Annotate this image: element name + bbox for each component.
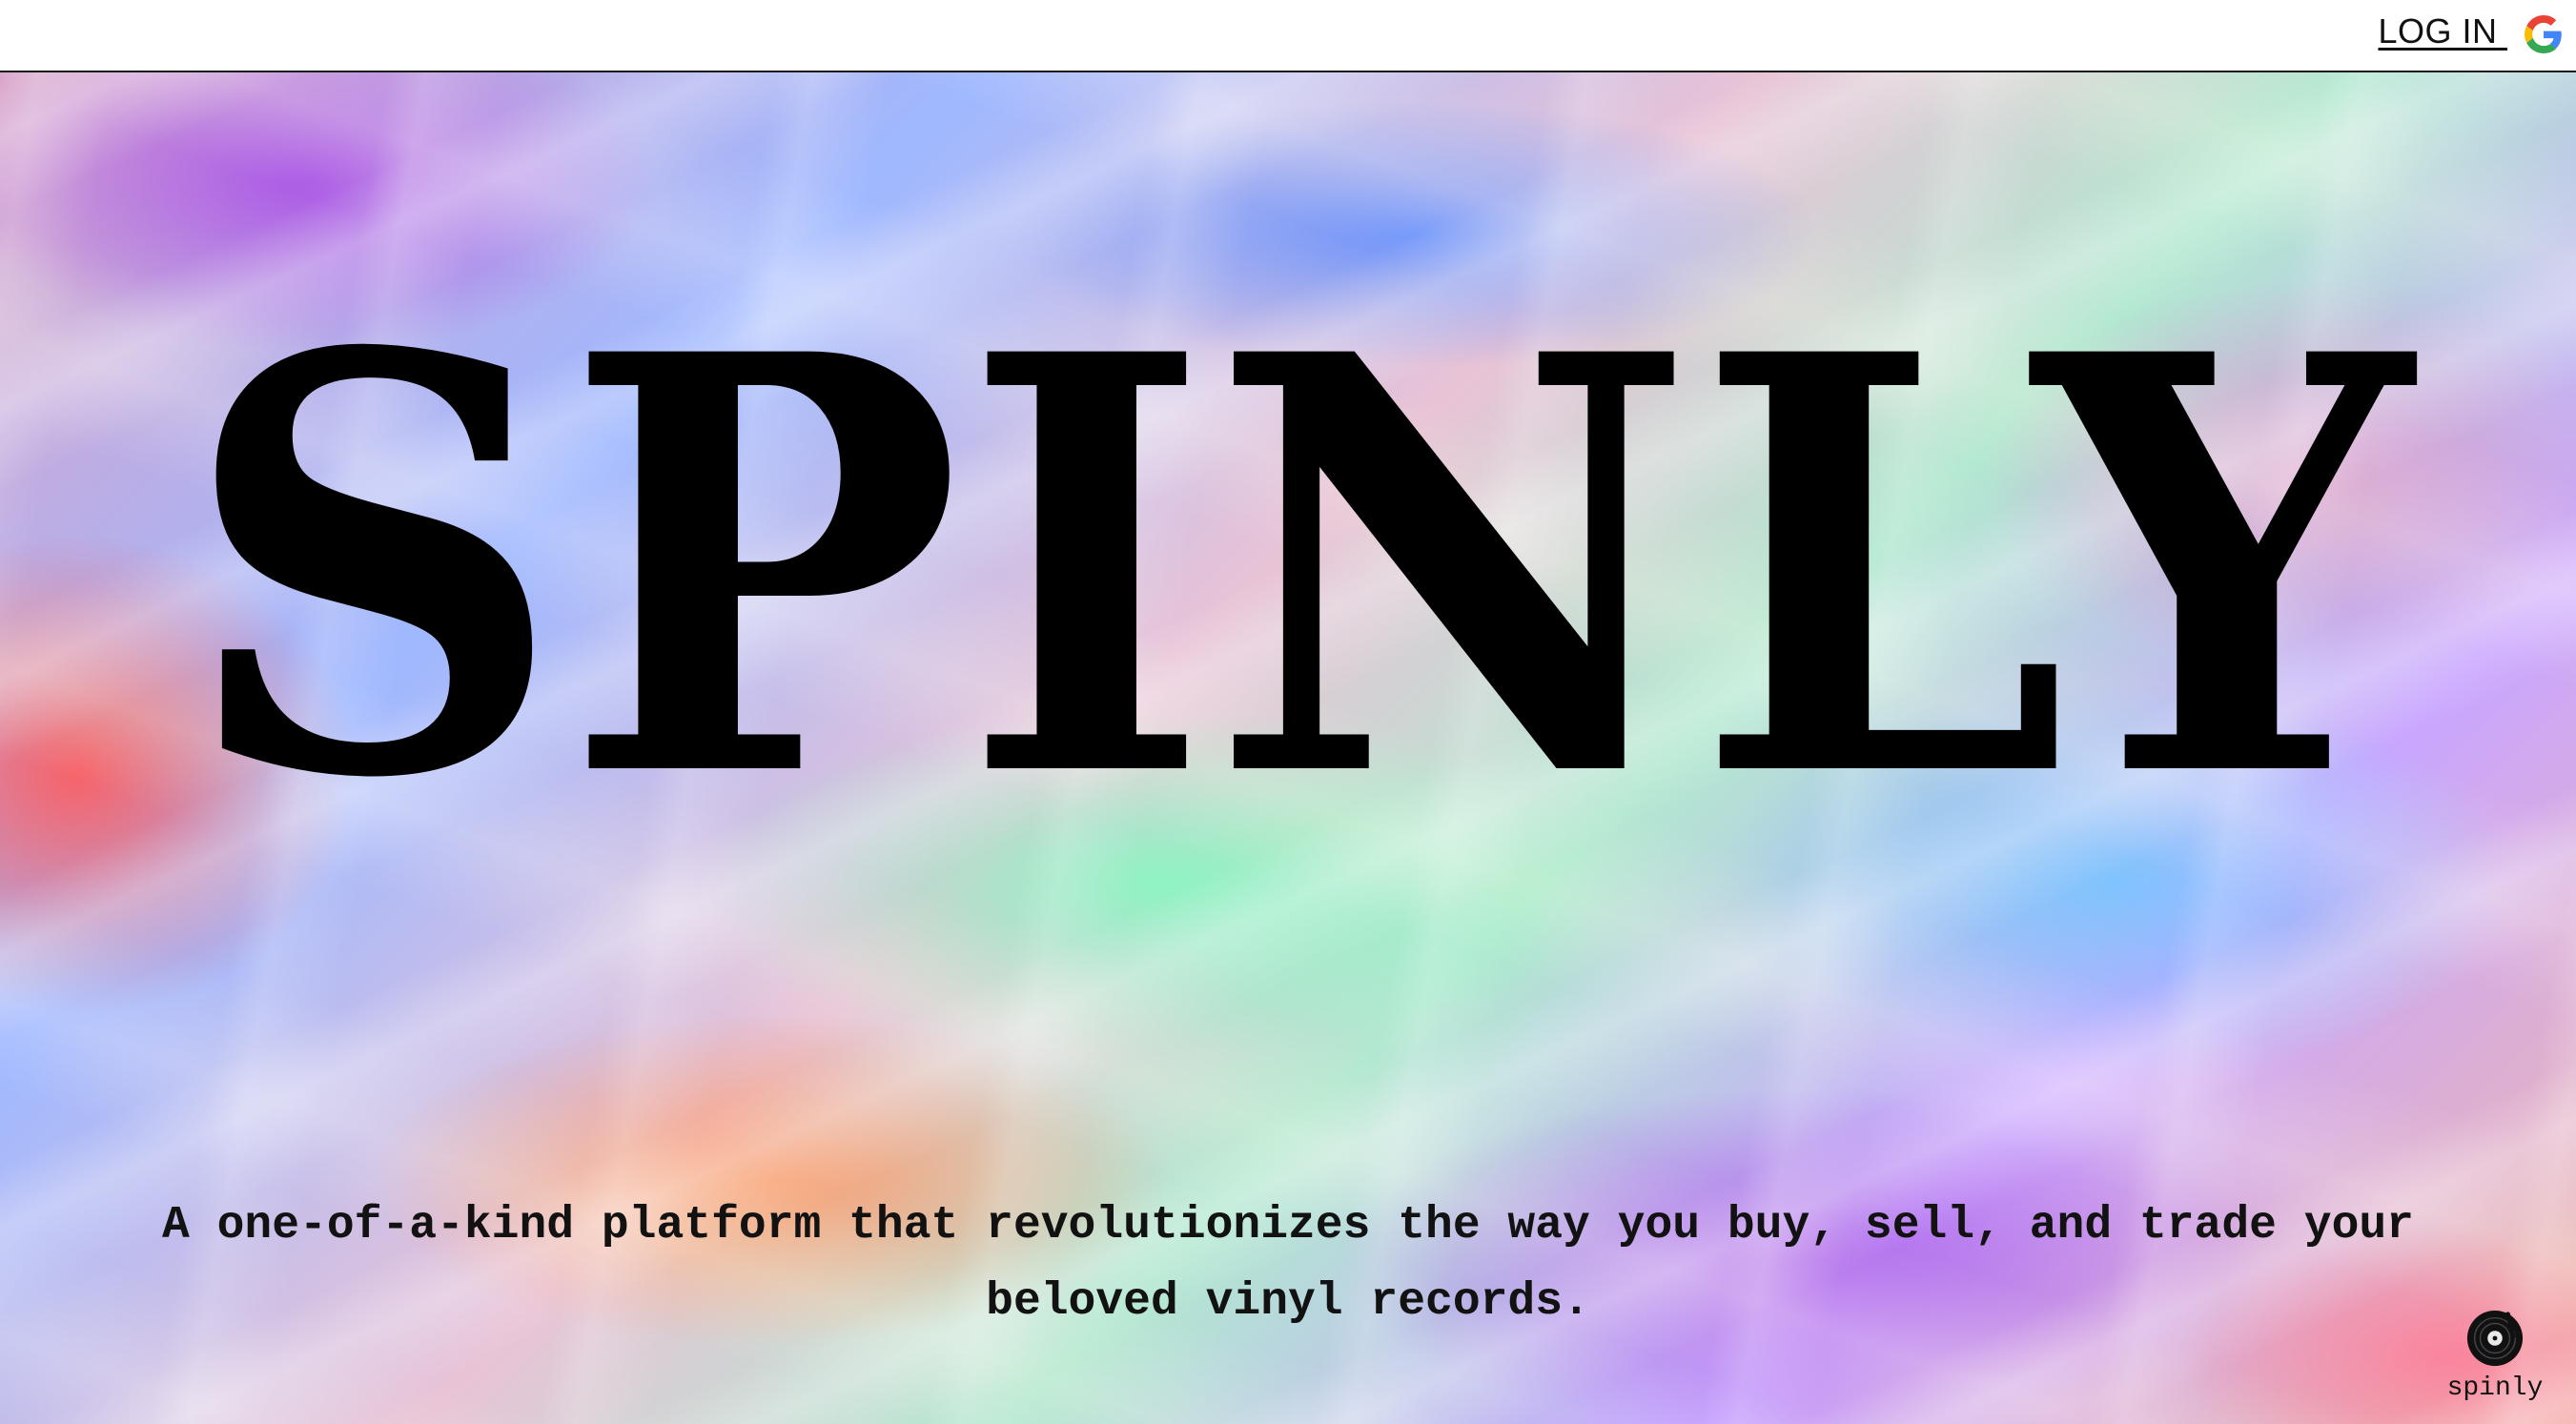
hero-section: SPINLY A one-of-a-kind platform that rev… [0,72,2576,1424]
top-bar: LOG IN [0,0,2576,72]
tagline-line-1: A one-of-a-kind platform that revolution… [162,1200,2414,1251]
tagline: A one-of-a-kind platform that revolution… [38,1188,2538,1340]
hero-title: SPINLY [181,263,2422,873]
login-link[interactable]: LOG IN [2378,11,2507,51]
hero-title-text: SPINLY [181,263,2422,873]
google-icon[interactable] [2525,15,2563,53]
footer-logo[interactable]: spinly [2443,1309,2547,1403]
footer-logo-label: spinly [2446,1373,2544,1403]
vinyl-record-icon [2466,1310,2524,1367]
tagline-line-2: beloved vinyl records. [986,1276,1590,1328]
